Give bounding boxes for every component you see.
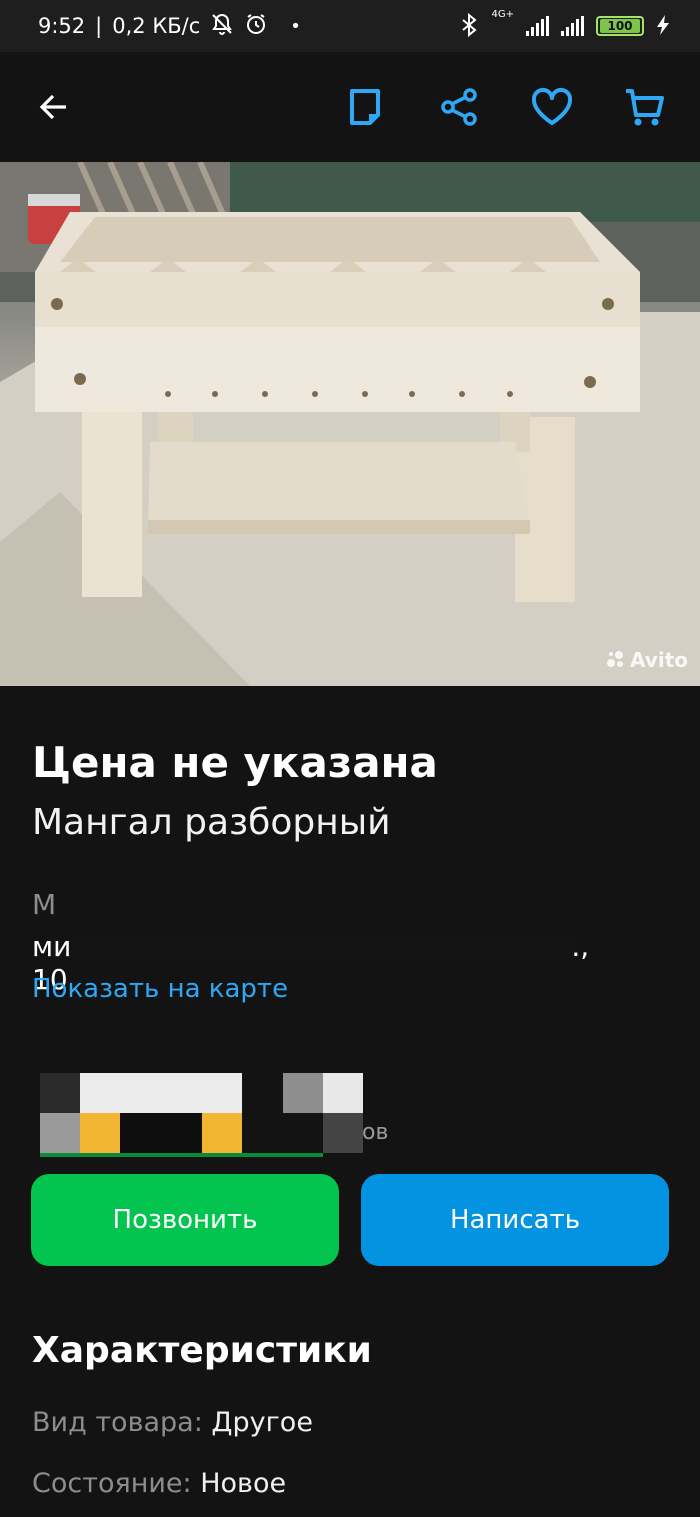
avito-logo-icon xyxy=(607,651,624,667)
show-on-map-link[interactable]: Показать на карте xyxy=(32,974,288,1004)
back-arrow-icon[interactable] xyxy=(32,85,76,129)
spec-row: Состояние: Новое xyxy=(32,1468,286,1499)
status-left: 9:52 | 0,2 КБ/с • xyxy=(38,12,301,41)
clock: 9:52 xyxy=(38,14,86,38)
network-speed: 0,2 КБ/с xyxy=(112,14,201,38)
status-bar: 9:52 | 0,2 КБ/с • 4G+ 100 xyxy=(0,0,700,52)
share-icon[interactable] xyxy=(437,85,481,129)
avito-watermark: Avito xyxy=(606,648,688,672)
wooden-planter-image xyxy=(0,162,700,686)
avito-watermark-text: Avito xyxy=(630,648,688,672)
write-message-button[interactable]: Написать xyxy=(361,1174,669,1266)
write-button-label: Написать xyxy=(449,1205,581,1235)
spec-key: Состояние: xyxy=(32,1468,192,1499)
spec-key: Вид товара: xyxy=(32,1407,203,1438)
call-button-label: Позвонить xyxy=(112,1205,258,1235)
signal-icon xyxy=(526,16,549,36)
call-button[interactable]: Позвонить xyxy=(31,1174,339,1266)
listing-title: Мангал разборный xyxy=(32,802,391,843)
mute-bell-icon xyxy=(210,12,234,41)
address-start: ми xyxy=(32,930,72,963)
alarm-icon xyxy=(244,12,268,41)
spec-value: Новое xyxy=(200,1468,287,1499)
app-bar xyxy=(0,52,700,162)
seller-reviews-tail: ов xyxy=(362,1120,389,1145)
network-type: 4G+ xyxy=(491,8,515,20)
address-line-1: М xyxy=(32,888,57,921)
note-icon[interactable] xyxy=(344,85,388,129)
spec-value: Другое xyxy=(211,1407,313,1438)
separator: | xyxy=(95,14,103,38)
product-photo[interactable]: Avito xyxy=(0,162,700,686)
cart-icon[interactable] xyxy=(622,85,666,129)
status-right: 4G+ 100 xyxy=(458,9,671,40)
price: Цена не указана xyxy=(32,738,438,787)
specs-heading: Характеристики xyxy=(32,1330,372,1371)
battery-icon: 100 xyxy=(596,16,644,36)
redacted-address xyxy=(71,938,572,958)
spec-row: Вид товара: Другое xyxy=(32,1407,313,1438)
battery-level: 100 xyxy=(600,19,640,33)
charging-icon xyxy=(656,14,670,39)
signal-icon-2 xyxy=(561,16,584,36)
favorite-heart-icon[interactable] xyxy=(530,85,574,129)
dot-icon: • xyxy=(290,15,301,37)
bluetooth-icon xyxy=(458,12,480,40)
seller-pixelated-block[interactable] xyxy=(40,1073,370,1157)
